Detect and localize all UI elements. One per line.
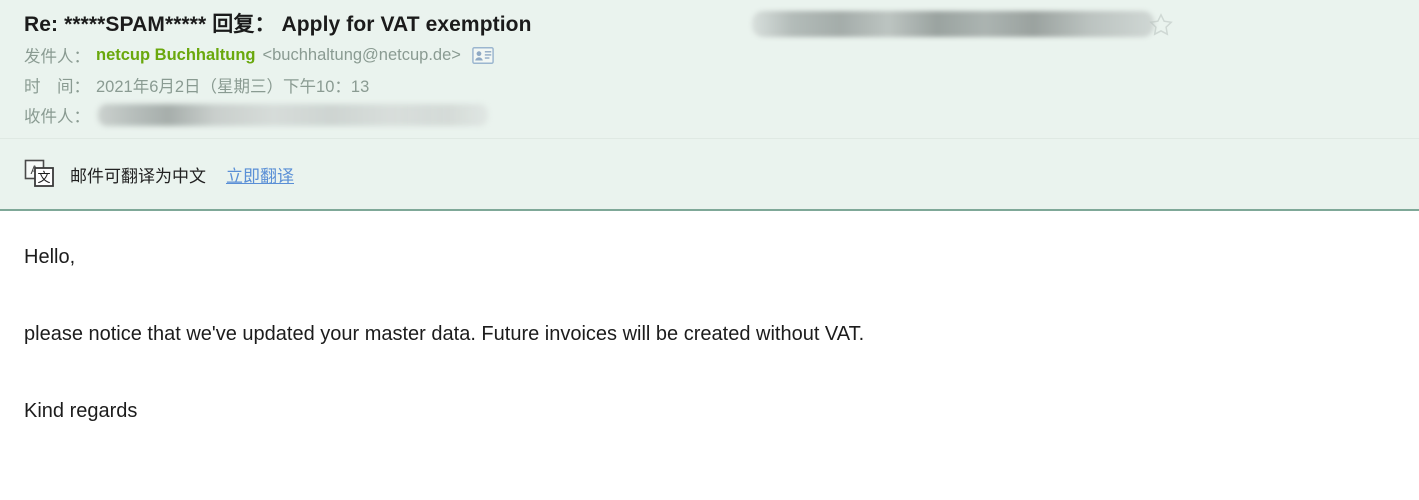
sender-email[interactable]: <buchhaltung@netcup.de> xyxy=(263,46,461,65)
mail-body: Hello, please notice that we've updated … xyxy=(0,211,1419,424)
sender-row: 发件人： netcup Buchhaltung <buchhaltung@net… xyxy=(0,40,1419,70)
recipient-row: 收件人： xyxy=(0,100,1419,130)
body-paragraph-greeting: Hello, xyxy=(24,246,76,268)
subject-row: Re: *****SPAM***** 回复： Apply for VAT exe… xyxy=(0,6,1419,40)
translate-now-link[interactable]: 立即翻译 xyxy=(226,162,294,187)
translate-icon: A 文 xyxy=(24,159,54,187)
body-paragraph-main: please notice that we've updated your ma… xyxy=(24,323,865,345)
to-label: 收件人： xyxy=(24,108,90,126)
from-label: 发件人： xyxy=(24,48,90,66)
date-label: 时 间： xyxy=(24,78,90,96)
sender-name[interactable]: netcup Buchhaltung xyxy=(96,46,256,65)
mail-header: Re: *****SPAM***** 回复： Apply for VAT exe… xyxy=(0,0,1419,139)
date-row: 时 间： 2021年6月2日（星期三）下午10：13 xyxy=(0,70,1419,100)
translate-message: 邮件可翻译为中文 xyxy=(70,166,206,186)
contact-card-icon[interactable] xyxy=(472,46,494,65)
subject-redaction-blur xyxy=(752,11,1154,37)
recipient-redaction-blur xyxy=(98,104,488,126)
date-value: 2021年6月2日（星期三）下午10：13 xyxy=(96,78,370,96)
body-paragraph-closing: Kind regards xyxy=(24,400,138,422)
translate-bar: A 文 邮件可翻译为中文 立即翻译 xyxy=(0,139,1419,211)
page-title: Re: *****SPAM***** 回复： Apply for VAT exe… xyxy=(24,13,532,36)
svg-text:文: 文 xyxy=(37,170,50,185)
star-outline-icon[interactable] xyxy=(1148,12,1174,38)
